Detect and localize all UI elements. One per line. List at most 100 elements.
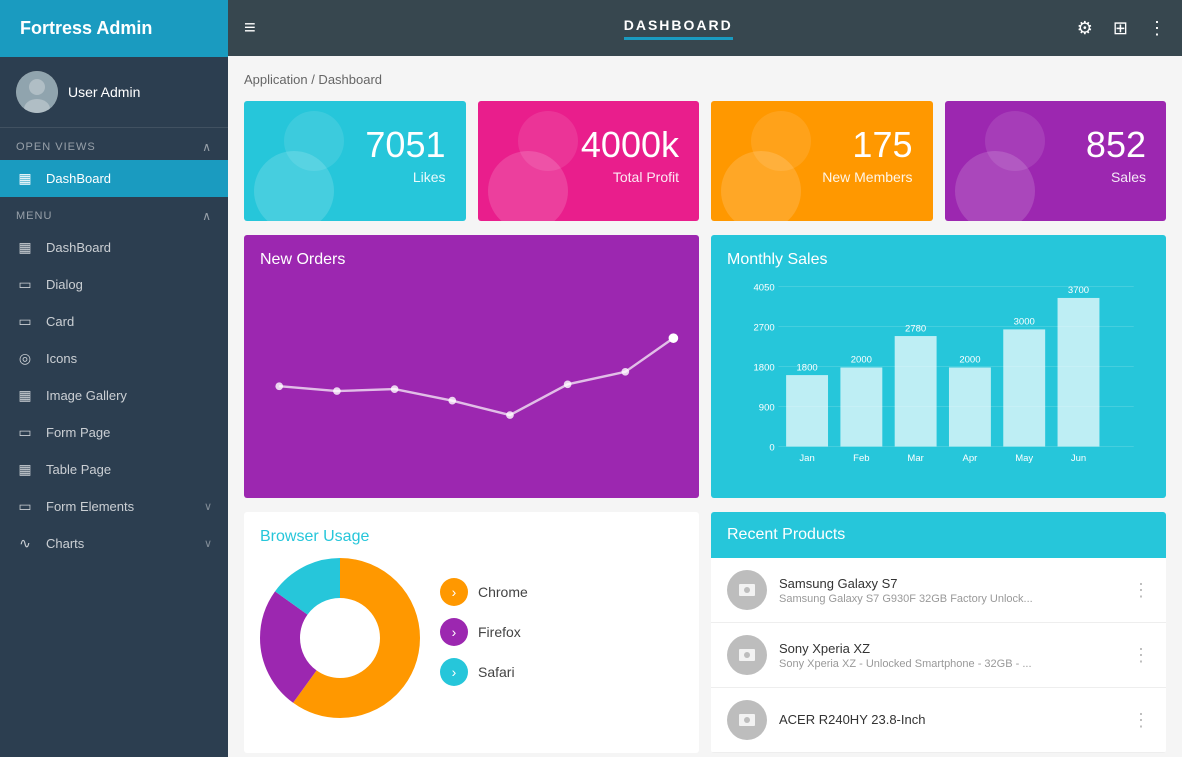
stat-card-profit: 4000k Total Profit [478,101,700,221]
browser-legend-chrome[interactable]: › Chrome [440,578,683,606]
menu-label: MENU ∧ [0,197,228,229]
product-item-3: ACER R240HY 23.8-Inch ⋮ [711,688,1166,753]
user-name: User Admin [68,84,140,100]
card-icon: ▭ [16,313,34,330]
user-area: User Admin [0,57,228,128]
sidebar-item-label: Card [46,314,74,329]
avatar [16,71,58,113]
product-name-3: ACER R240HY 23.8-Inch [779,712,1120,727]
sidebar-item-label: Table Page [46,462,111,477]
svg-text:Apr: Apr [963,453,979,464]
grid-icon[interactable]: ⊞ [1113,18,1128,39]
product-name-2: Sony Xperia XZ [779,641,1120,656]
monthly-sales-title: Monthly Sales [727,251,1150,269]
sidebar-item-charts[interactable]: ∿ Charts ∨ [0,525,228,562]
dialog-icon: ▭ [16,276,34,293]
stat-label-members: New Members [731,169,913,185]
sidebar-item-label: Form Elements [46,499,134,514]
sidebar-item-label: Charts [46,536,84,551]
svg-text:1800: 1800 [796,362,817,373]
product-desc-1: Samsung Galaxy S7 G930F 32GB Factory Unl… [779,593,1120,605]
browser-donut-chart [260,558,420,718]
svg-text:2000: 2000 [959,355,980,366]
browser-legend-safari[interactable]: › Safari [440,658,683,686]
new-orders-title: New Orders [260,251,683,269]
form-elements-icon: ▭ [16,498,34,515]
svg-text:Mar: Mar [907,453,924,464]
sidebar-item-card[interactable]: ▭ Card [0,303,228,340]
sidebar: Fortress Admin User Admin OPEN VIEWS ∧ ▦… [0,0,228,757]
svg-text:2780: 2780 [905,323,926,334]
browser-legend: › Chrome › Firefox › Safari [440,578,683,698]
chrome-indicator: › [440,578,468,606]
firefox-indicator: › [440,618,468,646]
sidebar-item-label: Icons [46,351,77,366]
open-views-label: OPEN VIEWS ∧ [0,128,228,160]
product-desc-2: Sony Xperia XZ - Unlocked Smartphone - 3… [779,658,1120,670]
product-more-3[interactable]: ⋮ [1132,710,1150,731]
svg-text:Feb: Feb [853,453,869,464]
product-info-2: Sony Xperia XZ Sony Xperia XZ - Unlocked… [779,641,1120,670]
monthly-sales-card: Monthly Sales 4050 2700 1800 900 0 [711,235,1166,498]
product-item-2: Sony Xperia XZ Sony Xperia XZ - Unlocked… [711,623,1166,688]
product-info-3: ACER R240HY 23.8-Inch [779,712,1120,729]
svg-text:0: 0 [769,442,774,453]
product-more-1[interactable]: ⋮ [1132,580,1150,601]
form-elements-chevron: ∨ [204,500,212,513]
charts-chevron: ∨ [204,537,212,550]
sidebar-item-icons[interactable]: ◎ Icons [0,340,228,377]
more-icon[interactable]: ⋮ [1148,18,1166,39]
sidebar-item-label: Form Page [46,425,110,440]
svg-text:2000: 2000 [851,355,872,366]
svg-text:Jan: Jan [799,453,814,464]
icons-icon: ◎ [16,350,34,367]
hamburger-icon[interactable]: ≡ [244,17,256,40]
recent-products-card: Recent Products Samsung Galaxy S7 Samsun… [711,512,1166,753]
stat-card-likes: 7051 Likes [244,101,466,221]
bottom-row: Browser Usage › [244,512,1166,753]
safari-indicator: › [440,658,468,686]
svg-text:1800: 1800 [754,362,775,373]
product-name-1: Samsung Galaxy S7 [779,576,1120,591]
browser-legend-firefox[interactable]: › Firefox [440,618,683,646]
stat-card-sales: 852 Sales [945,101,1167,221]
stat-label-likes: Likes [264,169,446,185]
sidebar-item-form-elements[interactable]: ▭ Form Elements ∨ [0,488,228,525]
product-icon-2 [727,635,767,675]
browser-usage-title: Browser Usage [260,528,683,546]
dashboard-menu-icon: ▦ [16,239,34,256]
sidebar-item-image-gallery[interactable]: ▦ Image Gallery [0,377,228,414]
product-more-2[interactable]: ⋮ [1132,645,1150,666]
open-views-chevron[interactable]: ∧ [202,140,212,154]
dashboard-icon: ▦ [16,170,34,187]
svg-text:Jun: Jun [1071,453,1086,464]
sidebar-item-dashboard[interactable]: ▦ DashBoard [0,229,228,266]
menu-chevron[interactable]: ∧ [202,209,212,223]
sidebar-item-form-page[interactable]: ▭ Form Page [0,414,228,451]
sidebar-item-label: Dialog [46,277,83,292]
product-icon-3 [727,700,767,740]
svg-text:May: May [1015,453,1033,464]
product-icon-1 [727,570,767,610]
sidebar-item-dialog[interactable]: ▭ Dialog [0,266,228,303]
main-area: ≡ DASHBOARD ⚙ ⊞ ⋮ Application / Dashboar… [228,0,1182,757]
middle-row: New Orders Monthly Sales [244,235,1166,498]
image-gallery-icon: ▦ [16,387,34,404]
browser-usage-card: Browser Usage › [244,512,699,753]
sidebar-item-dashboard-open[interactable]: ▦ DashBoard [0,160,228,197]
safari-label: Safari [478,664,515,680]
content-area: Application / Dashboard 7051 Likes 4000k… [228,56,1182,757]
chrome-label: Chrome [478,584,528,600]
stat-card-members: 175 New Members [711,101,933,221]
topbar: ≡ DASHBOARD ⚙ ⊞ ⋮ [228,0,1182,56]
settings-icon[interactable]: ⚙ [1077,18,1093,39]
breadcrumb: Application / Dashboard [244,72,1166,87]
new-orders-card: New Orders [244,235,699,498]
sidebar-item-table-page[interactable]: ▦ Table Page [0,451,228,488]
stat-label-profit: Total Profit [498,169,680,185]
svg-text:3700: 3700 [1068,285,1089,296]
app-title: Fortress Admin [20,18,152,39]
stats-row: 7051 Likes 4000k Total Profit 175 New Me… [244,101,1166,221]
svg-text:900: 900 [759,402,775,413]
sidebar-header: Fortress Admin [0,0,228,57]
